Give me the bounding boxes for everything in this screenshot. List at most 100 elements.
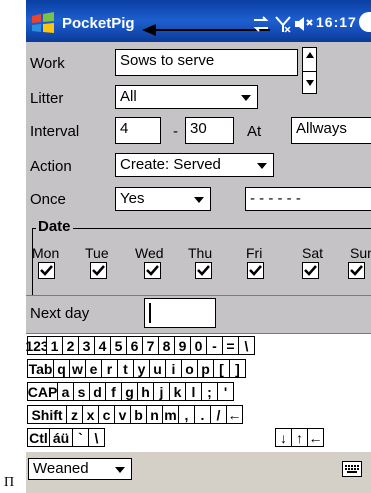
key[interactable]: ← <box>226 405 243 424</box>
once-second-select[interactable]: - - - - - - <box>245 187 371 211</box>
key[interactable]: , <box>178 405 195 424</box>
clock-label[interactable]: 16:17 <box>316 14 357 30</box>
key[interactable]: Tab <box>27 359 54 378</box>
key[interactable]: m <box>162 405 179 424</box>
once-value: Yes <box>120 190 145 207</box>
signal-icon[interactable] <box>274 15 292 33</box>
key[interactable]: 3 <box>78 336 95 355</box>
key[interactable]: i <box>165 359 182 378</box>
checkbox-tue[interactable] <box>90 262 107 279</box>
divider <box>26 295 371 296</box>
key[interactable]: \ <box>238 336 255 355</box>
chevron-down-icon <box>241 95 251 101</box>
checkmark-icon <box>146 265 159 276</box>
checkbox-wed[interactable] <box>144 262 161 279</box>
key[interactable]: t <box>117 359 134 378</box>
status-select[interactable]: Weaned <box>28 458 132 480</box>
key[interactable]: f <box>105 382 122 401</box>
key[interactable]: w <box>69 359 86 378</box>
text-cursor <box>149 303 151 323</box>
key[interactable]: b <box>130 405 147 424</box>
key[interactable]: ] <box>229 359 246 378</box>
key[interactable]: g <box>121 382 138 401</box>
key[interactable]: ; <box>201 382 218 401</box>
volume-icon[interactable] <box>294 15 314 33</box>
key[interactable]: CAP <box>27 382 58 401</box>
checkbox-sun[interactable] <box>348 262 365 279</box>
day-label-sun: Sun <box>350 245 371 261</box>
action-select[interactable]: Create: Served <box>115 153 274 177</box>
key[interactable]: ↑ <box>291 428 308 447</box>
key[interactable]: x <box>82 405 99 424</box>
key[interactable]: ' <box>217 382 234 401</box>
key[interactable]: j <box>153 382 170 401</box>
checkbox-sat[interactable] <box>302 262 319 279</box>
checkbox-thu[interactable] <box>195 262 212 279</box>
key[interactable]: y <box>133 359 150 378</box>
key[interactable]: ← <box>307 428 324 447</box>
once-label: Once <box>30 191 66 208</box>
key[interactable]: c <box>98 405 115 424</box>
work-field[interactable]: Sows to serve <box>115 49 298 76</box>
keyboard-icon[interactable] <box>342 461 362 477</box>
key[interactable]: 1 <box>46 336 63 355</box>
key[interactable]: 4 <box>94 336 111 355</box>
work-label: Work <box>30 55 65 72</box>
key[interactable]: 123 <box>26 336 49 355</box>
checkbox-mon[interactable] <box>38 262 55 279</box>
checkmark-icon <box>249 265 262 276</box>
key[interactable]: ↓ <box>275 428 292 447</box>
key[interactable]: 9 <box>174 336 191 355</box>
interval-from-field[interactable]: 4 <box>115 117 161 144</box>
key[interactable]: - <box>206 336 223 355</box>
key[interactable]: áü <box>49 428 73 447</box>
spin-down-button[interactable] <box>303 70 316 94</box>
day-label-sat: Sat <box>302 245 324 261</box>
key[interactable]: o <box>181 359 198 378</box>
interval-to-field[interactable]: 30 <box>185 117 234 144</box>
day-label-mon: Mon <box>32 245 60 261</box>
key[interactable]: 0 <box>190 336 207 355</box>
key[interactable]: n <box>146 405 163 424</box>
key[interactable]: k <box>169 382 186 401</box>
once-select[interactable]: Yes <box>115 187 211 211</box>
key[interactable]: s <box>73 382 90 401</box>
key[interactable]: = <box>222 336 239 355</box>
checkbox-fri[interactable] <box>247 262 264 279</box>
key[interactable]: p <box>197 359 214 378</box>
windows-flag-icon[interactable] <box>30 12 56 34</box>
key[interactable]: Ctl <box>27 428 50 447</box>
key[interactable]: 7 <box>142 336 159 355</box>
checkmark-icon <box>92 265 105 276</box>
key[interactable]: . <box>194 405 211 424</box>
spin-up-button[interactable] <box>303 48 316 71</box>
litter-select[interactable]: All <box>115 85 258 109</box>
work-spinner[interactable] <box>302 47 317 94</box>
key[interactable]: / <box>210 405 227 424</box>
key[interactable]: e <box>85 359 102 378</box>
connectivity-icon[interactable] <box>252 16 270 32</box>
title-bar: PocketPig 16:17 <box>26 0 371 42</box>
key[interactable]: Shift <box>27 405 67 424</box>
next-day-field[interactable] <box>144 298 216 328</box>
key[interactable]: u <box>149 359 166 378</box>
key[interactable]: h <box>137 382 154 401</box>
key[interactable]: v <box>114 405 131 424</box>
soft-keyboard: 123 1 2 3 4 5 6 7 8 9 0- = \ Tab q w e r t y u i o p[] CAP a s d f… <box>26 334 371 452</box>
key[interactable]: [ <box>213 359 230 378</box>
key[interactable]: l <box>185 382 202 401</box>
key[interactable]: 6 <box>126 336 143 355</box>
key[interactable]: \ <box>88 428 105 447</box>
key[interactable]: 5 <box>110 336 127 355</box>
ok-button-edge[interactable] <box>359 12 371 32</box>
key[interactable]: z <box>66 405 83 424</box>
key[interactable]: 2 <box>62 336 79 355</box>
key[interactable]: r <box>101 359 118 378</box>
key[interactable]: ` <box>72 428 89 447</box>
key[interactable]: d <box>89 382 106 401</box>
at-select[interactable]: Allways <box>291 117 371 144</box>
key[interactable]: q <box>53 359 70 378</box>
keyboard-row-1: 123 1 2 3 4 5 6 7 8 9 0- = \ <box>26 336 255 356</box>
key[interactable]: 8 <box>158 336 175 355</box>
key[interactable]: a <box>57 382 74 401</box>
